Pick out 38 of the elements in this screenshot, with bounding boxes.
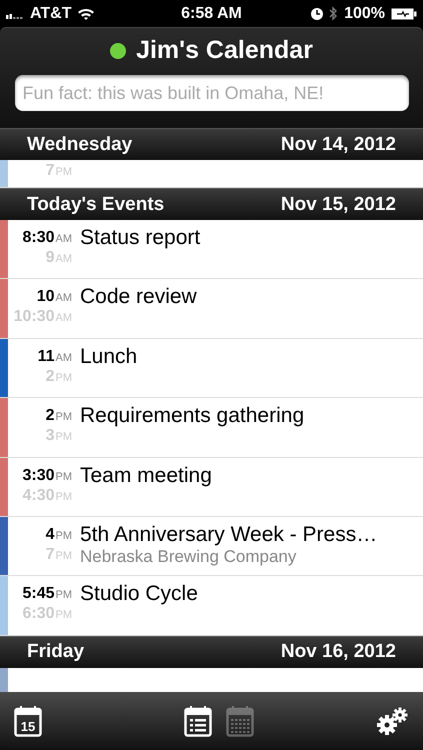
event-title: Requirements gathering xyxy=(80,404,304,428)
day-name: Friday xyxy=(27,641,84,664)
day-date: Nov 14, 2012 xyxy=(280,134,396,156)
bluetooth-icon xyxy=(329,6,338,21)
day-name: Today's Events xyxy=(27,194,164,216)
battery-icon xyxy=(391,8,418,20)
day-name: Wednesday xyxy=(27,134,132,156)
clock-icon xyxy=(311,8,324,20)
wifi-icon xyxy=(77,6,96,20)
event-title: Lunch xyxy=(80,344,138,369)
today-calendar-icon[interactable]: 15 xyxy=(14,705,42,737)
event-location: Nebraska Brewing Company xyxy=(80,546,298,567)
event-title: 5th Anniversary Week - Press… xyxy=(80,522,378,547)
start-time: 11AM xyxy=(38,348,72,366)
start-time: 2PM xyxy=(46,407,72,426)
start-time: 4PM xyxy=(46,526,72,544)
start-time: 10AM xyxy=(36,288,72,306)
event-title: Code review xyxy=(80,285,197,310)
month-view-tab[interactable] xyxy=(226,705,254,737)
settings-button[interactable] xyxy=(375,706,409,736)
event-title: Studio Cycle xyxy=(80,582,198,606)
start-time: 5:45PM xyxy=(22,585,72,604)
list-view-tab[interactable] xyxy=(184,705,212,737)
search-field[interactable]: Fun fact: this was built in Omaha, NE! xyxy=(14,75,408,111)
start-time: 3:30PM xyxy=(22,466,72,485)
start-time: 8:30AM xyxy=(22,229,72,247)
battery-percent: 100% xyxy=(344,4,386,22)
grid-calendar-icon xyxy=(226,705,254,737)
event-row[interactable] xyxy=(0,668,423,692)
day-date: Nov 16, 2012 xyxy=(280,641,396,664)
settings-icon xyxy=(375,706,409,736)
carrier-name: AT&T xyxy=(30,4,72,22)
event-title: Team meeting xyxy=(80,464,212,488)
event-title: Status report xyxy=(80,226,200,250)
clock-time: 6:58 AM xyxy=(181,4,242,22)
list-calendar-icon xyxy=(184,705,212,737)
calendar-title: Jim's Calendar xyxy=(136,36,313,65)
day-date: Nov 15, 2012 xyxy=(280,194,396,216)
